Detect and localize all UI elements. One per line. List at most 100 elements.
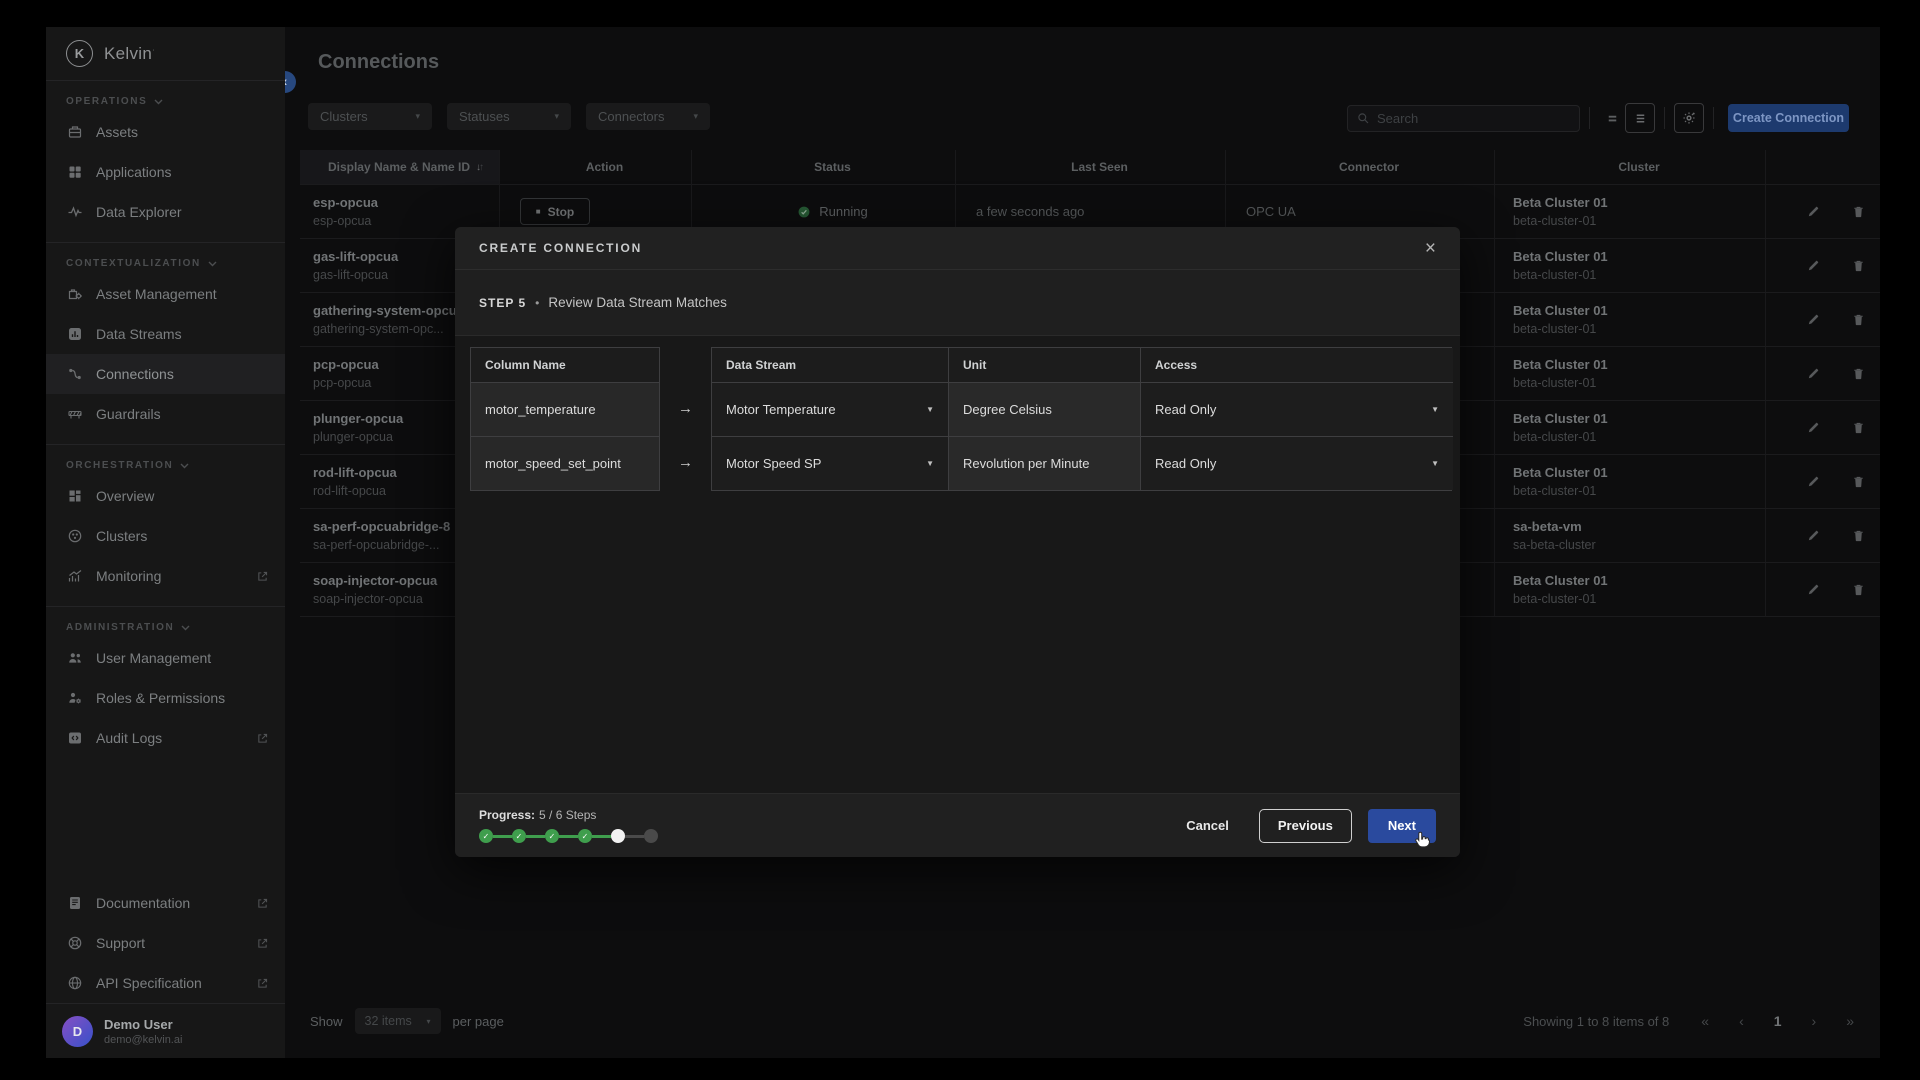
section-header-orchestration[interactable]: ORCHESTRATION [46, 445, 285, 476]
page-size-select[interactable]: 32 items ▾ [355, 1008, 441, 1034]
delete-icon[interactable] [1851, 204, 1866, 219]
arrow-right-icon: → [660, 435, 711, 489]
data-stream-select[interactable]: Motor Speed SP▼ [712, 436, 948, 490]
edit-icon[interactable] [1806, 582, 1821, 597]
column-header-connector: Connector [1225, 150, 1494, 185]
pagination-next[interactable]: › [1812, 1013, 1817, 1029]
search-box[interactable] [1347, 105, 1580, 132]
section-label: ADMINISTRATION [66, 622, 174, 633]
pagination-current-page[interactable]: 1 [1774, 1013, 1782, 1029]
sidebar-item-connections[interactable]: Connections [46, 354, 285, 394]
create-connection-button[interactable]: Create Connection [1728, 104, 1849, 132]
edit-icon[interactable] [1806, 474, 1821, 489]
asset-management-icon [66, 286, 83, 303]
guardrails-icon [66, 406, 83, 423]
view-list-button[interactable] [1625, 103, 1655, 133]
sidebar-item-data-explorer[interactable]: Data Explorer [46, 192, 285, 232]
delete-icon[interactable] [1851, 258, 1866, 273]
pagination-first[interactable]: « [1701, 1013, 1709, 1029]
sidebar-collapse-button[interactable]: ‹ [285, 71, 296, 93]
connector: OPC UA [1246, 204, 1494, 219]
filter-connectors[interactable]: Connectors ▾ [586, 103, 710, 130]
pagination-last[interactable]: » [1846, 1013, 1854, 1029]
column-header-cluster: Cluster [1494, 150, 1765, 185]
sidebar-item-overview[interactable]: Overview [46, 476, 285, 516]
cancel-button[interactable]: Cancel [1186, 818, 1229, 833]
sidebar-item-assets[interactable]: Assets [46, 112, 285, 152]
sidebar-item-label: Audit Logs [96, 730, 162, 746]
filter-statuses[interactable]: Statuses ▾ [447, 103, 571, 130]
sidebar-item-user-management[interactable]: User Management [46, 638, 285, 678]
edit-icon[interactable] [1806, 258, 1821, 273]
edit-icon[interactable] [1806, 366, 1821, 381]
search-input[interactable] [1377, 111, 1547, 126]
cluster-id: beta-cluster-01 [1513, 214, 1765, 228]
column-label: Connector [1339, 160, 1399, 174]
delete-icon[interactable] [1851, 420, 1866, 435]
page-size-value: 32 items [365, 1014, 412, 1028]
check-icon: ✓ [516, 832, 523, 841]
stream-mapping-table: Data Stream Unit Access Motor Temperatur… [711, 347, 1452, 491]
view-compact-button[interactable] [1599, 105, 1625, 131]
step-title: Review Data Stream Matches [548, 295, 727, 310]
cluster-name: sa-beta-vm [1513, 519, 1765, 534]
caret-down-icon: ▼ [926, 459, 934, 468]
edit-icon[interactable] [1806, 420, 1821, 435]
column-label: Cluster [1618, 160, 1659, 174]
delete-icon[interactable] [1851, 474, 1866, 489]
sidebar-item-monitoring[interactable]: Monitoring [46, 556, 285, 596]
stop-button[interactable]: ■Stop [520, 198, 590, 225]
caret-down-icon: ▼ [1431, 405, 1439, 414]
documentation-icon [66, 895, 83, 912]
access-select[interactable]: Read Only▼ [1140, 436, 1453, 490]
sidebar-item-data-streams[interactable]: Data Streams [46, 314, 285, 354]
user-account[interactable]: D Demo User demo@kelvin.ai [46, 1004, 285, 1058]
column-header-last-seen: Last Seen [955, 150, 1225, 185]
close-icon[interactable]: × [1425, 239, 1436, 258]
sidebar-item-support[interactable]: Support [46, 923, 285, 963]
sidebar-item-roles-permissions[interactable]: Roles & Permissions [46, 678, 285, 718]
sidebar-item-guardrails[interactable]: Guardrails [46, 394, 285, 434]
edit-icon[interactable] [1806, 312, 1821, 327]
next-button[interactable]: Next [1368, 809, 1436, 843]
chevron-down-icon [208, 261, 217, 267]
delete-icon[interactable] [1851, 312, 1866, 327]
section-header-administration[interactable]: ADMINISTRATION [46, 607, 285, 638]
pagination-previous[interactable]: ‹ [1739, 1013, 1744, 1029]
section-header-contextualization[interactable]: CONTEXTUALIZATION [46, 243, 285, 274]
check-icon: ✓ [582, 832, 589, 841]
sidebar-item-clusters[interactable]: Clusters [46, 516, 285, 556]
step-done-dot: ✓ [578, 829, 592, 843]
edit-icon[interactable] [1806, 204, 1821, 219]
previous-button[interactable]: Previous [1259, 809, 1352, 843]
table-footer: Show 32 items ▾ per page Showing 1 to 8 … [285, 1005, 1880, 1037]
sidebar-item-audit-logs[interactable]: Audit Logs [46, 718, 285, 758]
section-header-operations[interactable]: OPERATIONS [46, 81, 285, 112]
mouse-cursor-icon [1412, 829, 1434, 851]
data-stream-select[interactable]: Motor Temperature▼ [712, 382, 948, 436]
sidebar-item-asset-management[interactable]: Asset Management [46, 274, 285, 314]
modal-step-bar: STEP 5 • Review Data Stream Matches [455, 270, 1460, 336]
cluster-name: Beta Cluster 01 [1513, 249, 1765, 264]
per-page-label: per page [453, 1014, 504, 1029]
sidebar-item-documentation[interactable]: Documentation [46, 883, 285, 923]
sidebar-item-label: Overview [96, 488, 154, 504]
cluster-name: Beta Cluster 01 [1513, 573, 1765, 588]
delete-icon[interactable] [1851, 366, 1866, 381]
delete-icon[interactable] [1851, 528, 1866, 543]
sidebar-item-applications[interactable]: Applications [46, 152, 285, 192]
caret-down-icon: ▾ [415, 111, 420, 122]
column-header-display-name[interactable]: Display Name & Name ID ↓↑ [300, 150, 499, 185]
sidebar-item-api-specification[interactable]: API Specification [46, 963, 285, 1003]
edit-icon[interactable] [1806, 528, 1821, 543]
column-name-table: Column Name motor_temperature motor_spee… [470, 347, 660, 491]
user-email: demo@kelvin.ai [104, 1034, 182, 1046]
gear-icon [1681, 110, 1697, 126]
delete-icon[interactable] [1851, 582, 1866, 597]
access-select[interactable]: Read Only▼ [1140, 382, 1453, 436]
filter-clusters[interactable]: Clusters ▾ [308, 103, 432, 130]
column-name-cell: motor_temperature [471, 382, 659, 436]
table-settings-button[interactable] [1674, 103, 1704, 133]
progress-steps: ✓ ✓ ✓ ✓ [479, 829, 658, 843]
pagination-summary: Showing 1 to 8 items of 8 [1523, 1014, 1669, 1029]
